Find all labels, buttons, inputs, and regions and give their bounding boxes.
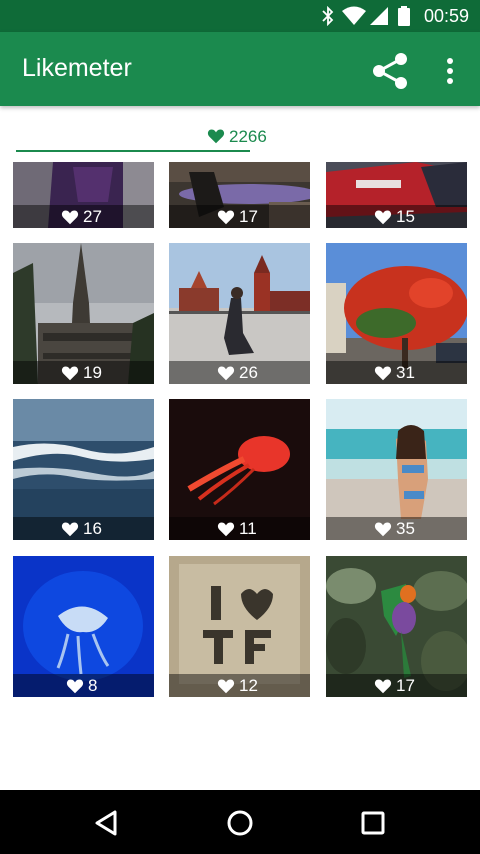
heart-icon [207,129,225,144]
navigation-bar [0,790,480,854]
photo-tile[interactable]: 17 [169,162,310,228]
home-icon[interactable] [225,808,255,838]
photo-tile[interactable]: 15 [326,162,467,228]
photo-tile[interactable]: 35 [326,399,467,540]
heart-icon [61,366,79,381]
photo-likes-count: 31 [396,363,415,382]
photo-tile[interactable]: 26 [169,243,310,384]
wifi-icon [342,6,366,25]
photo-likes-count: 15 [396,207,415,226]
total-likes-count: 2266 [229,127,267,146]
photo-likes-count: 11 [239,519,257,538]
signal-icon [370,7,388,25]
photo-likes-bar: 16 [13,517,154,540]
photo-likes-bar: 31 [326,361,467,384]
heart-icon [217,210,235,225]
photo-likes-bar: 35 [326,517,467,540]
likes-summary: 2266 [0,127,480,147]
photo-likes-count: 16 [83,519,102,538]
photo-likes-count: 17 [239,207,258,226]
heart-icon [61,522,79,537]
photo-likes-bar: 17 [326,674,467,697]
photo-likes-bar: 26 [169,361,310,384]
summary-underline [16,150,250,152]
photo-likes-count: 27 [83,207,102,226]
heart-icon [374,679,392,694]
battery-icon [398,6,410,26]
photo-tile[interactable]: 31 [326,243,467,384]
photo-tile[interactable]: 19 [13,243,154,384]
photo-likes-bar: 17 [169,205,310,228]
photo-tile[interactable]: 17 [326,556,467,697]
photo-likes-count: 35 [396,519,415,538]
photo-tile[interactable]: 16 [13,399,154,540]
recents-icon[interactable] [358,808,388,838]
heart-icon [374,366,392,381]
share-icon[interactable] [370,52,410,90]
photo-tile[interactable]: 27 [13,162,154,228]
photo-likes-bar: 11 [169,517,310,540]
photo-likes-bar: 27 [13,205,154,228]
status-bar: 00:59 [0,0,480,32]
photo-likes-count: 12 [239,676,258,695]
heart-icon [61,210,79,225]
app-title: Likemeter [22,54,132,82]
photo-likes-count: 8 [88,676,98,695]
photo-likes-count: 26 [239,363,258,382]
heart-icon [374,210,392,225]
heart-icon [66,679,84,694]
photo-likes-bar: 19 [13,361,154,384]
photo-tile[interactable]: 11 [169,399,310,540]
heart-icon [217,679,235,694]
photo-likes-bar: 12 [169,674,310,697]
photo-tile[interactable]: 12 [169,556,310,697]
photo-likes-count: 17 [396,676,415,695]
photo-likes-bar: 15 [326,205,467,228]
bluetooth-icon [322,6,334,26]
back-icon[interactable] [92,808,122,838]
photo-tile[interactable]: 8 [13,556,154,697]
photo-likes-count: 19 [83,363,102,382]
clock: 00:59 [423,6,469,26]
heart-icon [217,366,235,381]
heart-icon [374,522,392,537]
more-vert-icon[interactable] [437,56,463,86]
heart-icon [217,522,235,537]
photo-likes-bar: 8 [13,674,154,697]
